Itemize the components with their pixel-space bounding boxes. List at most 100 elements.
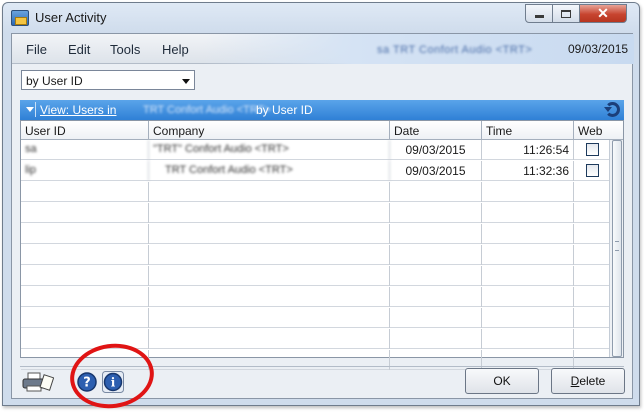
empty-cell — [390, 287, 482, 307]
empty-cell — [149, 245, 390, 265]
cell-time: 11:32:36 — [482, 161, 574, 181]
cell-web — [574, 140, 609, 160]
empty-cell — [21, 245, 149, 265]
window-title: User Activity — [35, 10, 107, 25]
delete-button[interactable]: Delete — [551, 368, 625, 394]
cell-date: 09/03/2015 — [390, 140, 482, 160]
empty-cell — [21, 224, 149, 244]
empty-cell — [482, 224, 574, 244]
empty-table-row[interactable] — [21, 182, 609, 202]
empty-cell — [149, 287, 390, 307]
close-button[interactable]: ✕ — [579, 4, 627, 23]
title-bar[interactable]: User Activity ✕ — [3, 3, 639, 33]
ok-button[interactable]: OK — [465, 368, 539, 394]
delete-hotkey: D — [570, 374, 580, 388]
empty-cell — [390, 308, 482, 328]
empty-cell — [21, 203, 149, 223]
empty-cell — [149, 203, 390, 223]
cell-date: 09/03/2015 — [390, 161, 482, 181]
empty-cell — [574, 266, 609, 286]
empty-table-row[interactable] — [21, 287, 609, 307]
view-link[interactable]: View: Users in — [40, 103, 116, 117]
empty-cell — [390, 245, 482, 265]
column-web[interactable]: Web — [574, 121, 624, 140]
empty-cell — [574, 308, 609, 328]
empty-cell — [482, 329, 574, 349]
cell-web — [574, 161, 609, 181]
empty-cell — [21, 308, 149, 328]
view-expand-icon[interactable] — [26, 107, 34, 112]
table-row[interactable]: lip TRT Confort Audio <TRT> 09/03/2015 1… — [21, 161, 609, 181]
delete-label-rest: elete — [579, 374, 606, 388]
cell-company: TRT Confort Audio <TRT> — [149, 161, 390, 181]
empty-table-row[interactable] — [21, 224, 609, 244]
empty-cell — [482, 203, 574, 223]
grid-header: User ID Company Date Time Web — [21, 121, 623, 140]
user-date: 09/03/2015 — [568, 42, 629, 56]
close-icon: ✕ — [597, 5, 609, 21]
empty-cell — [482, 308, 574, 328]
empty-cell — [482, 350, 574, 370]
empty-cell — [574, 245, 609, 265]
empty-cell — [149, 266, 390, 286]
web-checkbox[interactable] — [586, 143, 599, 156]
cell-company: "TRT" Confort Audio <TRT> — [149, 140, 390, 160]
column-date[interactable]: Date — [390, 121, 482, 140]
scrollbar-thumb[interactable] — [612, 140, 622, 357]
empty-cell — [149, 308, 390, 328]
empty-cell — [390, 329, 482, 349]
empty-table-row[interactable] — [21, 245, 609, 265]
empty-cell — [149, 224, 390, 244]
empty-cell — [390, 224, 482, 244]
company-name: sa TRT Confort Audio <TRT> — [377, 44, 533, 54]
cell-time: 11:26:54 — [482, 140, 574, 160]
sort-by-dropdown[interactable]: by User ID — [21, 70, 195, 90]
empty-cell — [390, 266, 482, 286]
empty-cell — [482, 266, 574, 286]
empty-cell — [574, 329, 609, 349]
maximize-button[interactable] — [552, 4, 580, 23]
empty-cell — [390, 203, 482, 223]
column-company[interactable]: Company — [149, 121, 390, 140]
minimize-icon — [534, 15, 544, 18]
menu-bar: File Edit Tools Help sa TRT Confort Audi… — [12, 34, 634, 64]
maximize-icon — [561, 9, 571, 18]
empty-cell — [574, 182, 609, 202]
menu-edit[interactable]: Edit — [68, 42, 90, 57]
empty-cell — [149, 329, 390, 349]
empty-cell — [574, 287, 609, 307]
minimize-button[interactable] — [525, 4, 553, 23]
menu-tools[interactable]: Tools — [110, 42, 140, 57]
chevron-down-icon — [182, 79, 190, 84]
empty-table-row[interactable] — [21, 266, 609, 286]
menu-help[interactable]: Help — [162, 42, 189, 57]
empty-cell — [21, 182, 149, 202]
column-time[interactable]: Time — [482, 121, 574, 140]
empty-table-row[interactable] — [21, 308, 609, 328]
empty-cell — [21, 287, 149, 307]
empty-cell — [390, 182, 482, 202]
empty-cell — [482, 182, 574, 202]
column-user-id[interactable]: User ID — [21, 121, 149, 140]
empty-cell — [574, 224, 609, 244]
printer-icon[interactable] — [22, 371, 54, 393]
empty-cell — [21, 266, 149, 286]
empty-cell — [482, 245, 574, 265]
table-row[interactable]: sa "TRT" Confort Audio <TRT> 09/03/2015 … — [21, 140, 609, 160]
view-company: TRT Confort Audio <TRT> — [143, 104, 271, 116]
view-separator — [35, 102, 36, 117]
empty-cell — [149, 182, 390, 202]
cell-user-id: lip — [21, 161, 149, 181]
vertical-scrollbar[interactable] — [609, 140, 623, 357]
empty-cell — [390, 350, 482, 370]
view-sort-label: by User ID — [256, 103, 313, 117]
app-window-icon — [11, 10, 29, 26]
user-grid: User ID Company Date Time Web sa "TRT" C… — [20, 120, 624, 370]
refresh-icon[interactable] — [604, 102, 620, 117]
empty-table-row[interactable] — [21, 203, 609, 223]
sort-by-value: by User ID — [26, 74, 83, 88]
menu-file[interactable]: File — [26, 42, 47, 57]
view-bar: View: Users in TRT Confort Audio <TRT> b… — [20, 100, 624, 120]
ok-label: OK — [493, 374, 511, 388]
web-checkbox[interactable] — [586, 164, 599, 177]
